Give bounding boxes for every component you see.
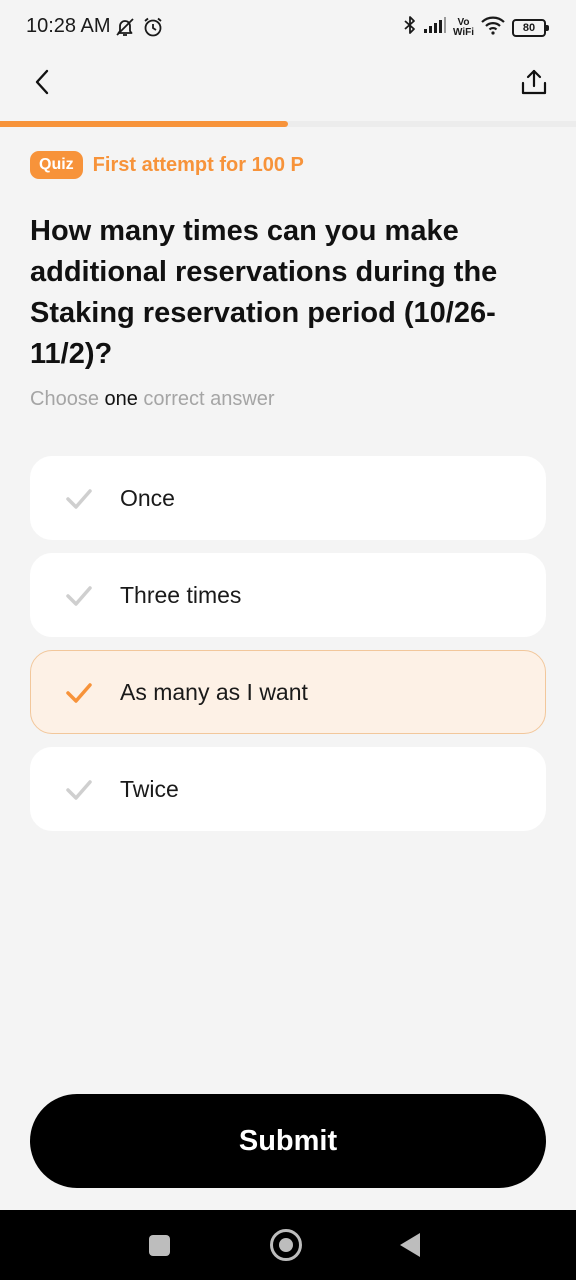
quiz-reward-text: First attempt for 100 P bbox=[92, 153, 304, 176]
answer-options: Once Three times As many as I want Twice bbox=[30, 456, 546, 844]
status-bar: 10:28 AM Vo WiFi 80 bbox=[0, 0, 576, 56]
system-back-icon[interactable] bbox=[400, 1233, 420, 1257]
answer-option-label: Twice bbox=[120, 776, 179, 802]
answer-option[interactable]: Once bbox=[30, 456, 546, 540]
question-text: How many times can you make additional r… bbox=[30, 215, 498, 370]
check-icon bbox=[65, 681, 93, 705]
muted-bell-icon bbox=[114, 16, 136, 43]
answer-instruction: Choose one correct answer bbox=[30, 388, 275, 410]
quiz-screen: 10:28 AM Vo WiFi 80 Quiz First attempt f… bbox=[0, 0, 576, 1280]
check-icon bbox=[65, 487, 93, 511]
check-icon bbox=[65, 778, 93, 802]
quiz-progress-bar bbox=[0, 121, 576, 127]
answer-option-label: Once bbox=[120, 485, 175, 511]
battery-icon: 80 bbox=[512, 18, 549, 37]
battery-level: 80 bbox=[522, 21, 536, 34]
answer-option[interactable]: Twice bbox=[30, 747, 546, 831]
status-time: 10:28 AM bbox=[26, 15, 111, 37]
bluetooth-icon bbox=[403, 14, 417, 41]
signal-icon bbox=[423, 16, 447, 39]
chevron-left-icon bbox=[32, 68, 52, 101]
submit-button[interactable]: Submit bbox=[30, 1094, 546, 1188]
quiz-progress-fill bbox=[0, 121, 288, 127]
answer-option-label: As many as I want bbox=[120, 679, 308, 705]
wifi-icon bbox=[480, 15, 506, 40]
recent-apps-icon[interactable] bbox=[149, 1235, 170, 1256]
answer-option[interactable]: As many as I want bbox=[30, 650, 546, 734]
share-upload-icon bbox=[520, 68, 548, 101]
quiz-tag-row: Quiz First attempt for 100 P bbox=[30, 151, 304, 179]
home-icon[interactable] bbox=[270, 1229, 302, 1261]
back-button[interactable] bbox=[24, 66, 60, 102]
check-icon bbox=[65, 584, 93, 608]
answer-option[interactable]: Three times bbox=[30, 553, 546, 637]
quiz-badge: Quiz bbox=[30, 151, 83, 179]
share-button[interactable] bbox=[516, 66, 552, 102]
answer-option-label: Three times bbox=[120, 582, 242, 608]
alarm-icon bbox=[142, 16, 164, 43]
vowifi-indicator: Vo WiFi bbox=[452, 16, 474, 38]
